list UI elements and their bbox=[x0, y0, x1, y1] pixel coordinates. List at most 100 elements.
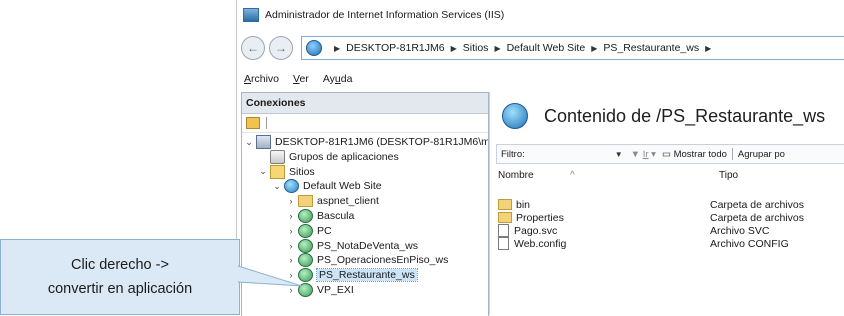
list-item-type: Carpeta de archivos bbox=[710, 211, 804, 224]
filter-label: Filtro: bbox=[501, 148, 525, 160]
go-button[interactable]: ▼ Ir ▾ bbox=[631, 149, 656, 160]
back-arrow-icon: ← bbox=[247, 41, 259, 55]
iis-app-icon bbox=[243, 8, 259, 22]
list-item-name: Web.config bbox=[514, 237, 567, 250]
tree-node[interactable]: › aspnet_client bbox=[286, 194, 379, 208]
application-icon bbox=[298, 238, 313, 253]
list-item-name-cell: Properties bbox=[498, 212, 710, 224]
chevron-right-icon: ▶ bbox=[705, 43, 712, 53]
column-tipo[interactable]: Tipo bbox=[719, 170, 738, 181]
tree-node-label: Sitios bbox=[289, 165, 315, 178]
tree-node-label: Default Web Site bbox=[303, 180, 382, 193]
tree-node[interactable]: ⌄ DESKTOP-81R1JM6 (DESKTOP-81R1JM6\m bbox=[244, 135, 489, 149]
tree-node-label: PS_Restaurante_ws bbox=[316, 268, 418, 283]
tree-node-label: Bascula bbox=[317, 210, 355, 222]
tree-node[interactable]: › PS_OperacionesEnPiso_ws bbox=[286, 253, 449, 268]
connections-header: Conexiones bbox=[242, 93, 488, 114]
tree-node-label: PS_OperacionesEnPiso_ws bbox=[317, 254, 449, 267]
file-icon bbox=[498, 237, 509, 250]
tree-node-label: PS_NotaDeVenta_ws bbox=[317, 239, 418, 252]
file-icon bbox=[498, 224, 509, 237]
annotation-callout: Clic derecho -> convertir en aplicación bbox=[0, 239, 240, 315]
list-item[interactable]: Pago.svc Archivo SVC bbox=[498, 224, 844, 237]
list-item-name-cell: Web.config bbox=[498, 237, 710, 250]
application-icon bbox=[298, 223, 313, 238]
tree-node[interactable]: › PS_NotaDeVenta_ws bbox=[286, 238, 418, 253]
list-item[interactable]: Properties Carpeta de archivos bbox=[498, 211, 844, 224]
list-item[interactable]: Web.config Archivo CONFIG bbox=[498, 237, 844, 250]
callout-line-1: Clic derecho -> bbox=[71, 257, 169, 273]
chevron-right-icon: ▶ bbox=[494, 43, 501, 53]
tree-node[interactable]: ⌄ Default Web Site bbox=[272, 179, 382, 194]
list-item-name: bin bbox=[516, 198, 531, 211]
chevron-right-icon[interactable]: › bbox=[286, 211, 296, 221]
page-title: Contenido de /PS_Restaurante_ws bbox=[544, 105, 826, 126]
chevron-right-icon[interactable]: › bbox=[286, 226, 296, 236]
tree-node-label: VP_EXI bbox=[317, 284, 354, 296]
window-title: Administrador de Internet Information Se… bbox=[265, 9, 505, 21]
content-pane: Contenido de /PS_Restaurante_ws Filtro: … bbox=[489, 92, 844, 315]
sites-icon bbox=[270, 164, 285, 179]
filter-bar: Filtro: ▼ ▼ Ir ▾ ▭ Mostrar todo Agrupar … bbox=[496, 144, 844, 164]
show-all-button[interactable]: ▭ Mostrar todo bbox=[662, 149, 727, 160]
tree-node[interactable]: › PS_Restaurante_ws bbox=[286, 268, 418, 283]
chevron-right-icon: ▶ bbox=[334, 43, 341, 53]
list-item-type: Carpeta de archivos bbox=[710, 198, 804, 211]
tree-node[interactable]: › PC bbox=[286, 223, 332, 238]
connections-toolbar bbox=[242, 114, 488, 133]
folder-icon bbox=[498, 199, 512, 210]
forward-arrow-icon: → bbox=[275, 41, 287, 55]
application-globe-icon bbox=[502, 103, 528, 129]
chevron-down-icon[interactable]: ⌄ bbox=[258, 166, 268, 177]
list-item-type: Archivo SVC bbox=[710, 224, 770, 237]
chevron-right-icon: ▶ bbox=[450, 43, 457, 53]
menu-ver[interactable]: Ver bbox=[293, 73, 309, 85]
chevron-right-icon[interactable]: › bbox=[286, 196, 296, 206]
breadcrumb-app[interactable]: PS_Restaurante_ws bbox=[603, 42, 699, 54]
tree-node[interactable]: Grupos de aplicaciones bbox=[258, 149, 399, 164]
toolbar-separator bbox=[731, 148, 733, 160]
list-item-name: Properties bbox=[516, 211, 564, 224]
column-nombre[interactable]: Nombre bbox=[498, 170, 534, 181]
tree-node[interactable]: ⌄ Sitios bbox=[258, 164, 315, 179]
menu-ayuda[interactable]: Ayuda bbox=[323, 73, 353, 85]
callout-pointer bbox=[238, 265, 302, 287]
title-bar: Administrador de Internet Information Se… bbox=[237, 0, 844, 30]
connect-icon[interactable] bbox=[246, 117, 260, 129]
forward-button[interactable]: → bbox=[269, 36, 293, 60]
menu-archivo[interactable]: Archivo bbox=[244, 73, 279, 85]
show-all-label: Mostrar todo bbox=[673, 148, 727, 160]
list-item-name-cell: Pago.svc bbox=[498, 224, 710, 237]
server-icon bbox=[256, 135, 271, 149]
breadcrumb-server[interactable]: DESKTOP-81R1JM6 bbox=[346, 42, 444, 54]
list-item-name-cell: bin bbox=[498, 199, 710, 211]
list-item[interactable]: bin Carpeta de archivos bbox=[498, 198, 844, 211]
menu-bar: Archivo Ver Ayuda bbox=[237, 68, 844, 90]
callout-line-2: convertir en aplicación bbox=[47, 281, 193, 297]
breadcrumb-sites[interactable]: Sitios bbox=[463, 42, 489, 54]
application-icon bbox=[298, 209, 313, 223]
sort-indicator-icon: ^ bbox=[570, 170, 575, 181]
chevron-down-icon[interactable]: ⌄ bbox=[244, 137, 254, 148]
back-button[interactable]: ← bbox=[241, 36, 265, 60]
iis-manager-window: Administrador de Internet Information Se… bbox=[236, 0, 844, 316]
filter-input[interactable] bbox=[529, 148, 613, 160]
go-label: Ir bbox=[642, 148, 649, 160]
chevron-down-icon[interactable]: ⌄ bbox=[272, 181, 282, 192]
group-by-button[interactable]: Agrupar po bbox=[738, 149, 785, 160]
chevron-right-icon[interactable]: › bbox=[286, 241, 296, 251]
tree-node-label: PC bbox=[317, 224, 332, 237]
folder-icon bbox=[298, 195, 313, 208]
website-icon bbox=[284, 179, 299, 194]
app-pool-icon bbox=[270, 149, 285, 164]
address-bar: ← → ▶ DESKTOP-81R1JM6 ▶ Sitios ▶ Default… bbox=[241, 34, 844, 62]
breadcrumb[interactable]: ▶ DESKTOP-81R1JM6 ▶ Sitios ▶ Default Web… bbox=[301, 36, 844, 60]
chevron-down-icon[interactable]: ▼ bbox=[615, 150, 623, 159]
chevron-right-icon: ▶ bbox=[591, 43, 598, 53]
list-item-type: Archivo CONFIG bbox=[710, 237, 789, 250]
tree-node-label: Grupos de aplicaciones bbox=[289, 150, 399, 163]
content-header: Contenido de /PS_Restaurante_ws bbox=[490, 92, 844, 140]
breadcrumb-default-web-site[interactable]: Default Web Site bbox=[507, 42, 586, 54]
tree-node-label: DESKTOP-81R1JM6 (DESKTOP-81R1JM6\m bbox=[275, 136, 489, 148]
tree-node[interactable]: › Bascula bbox=[286, 209, 354, 223]
